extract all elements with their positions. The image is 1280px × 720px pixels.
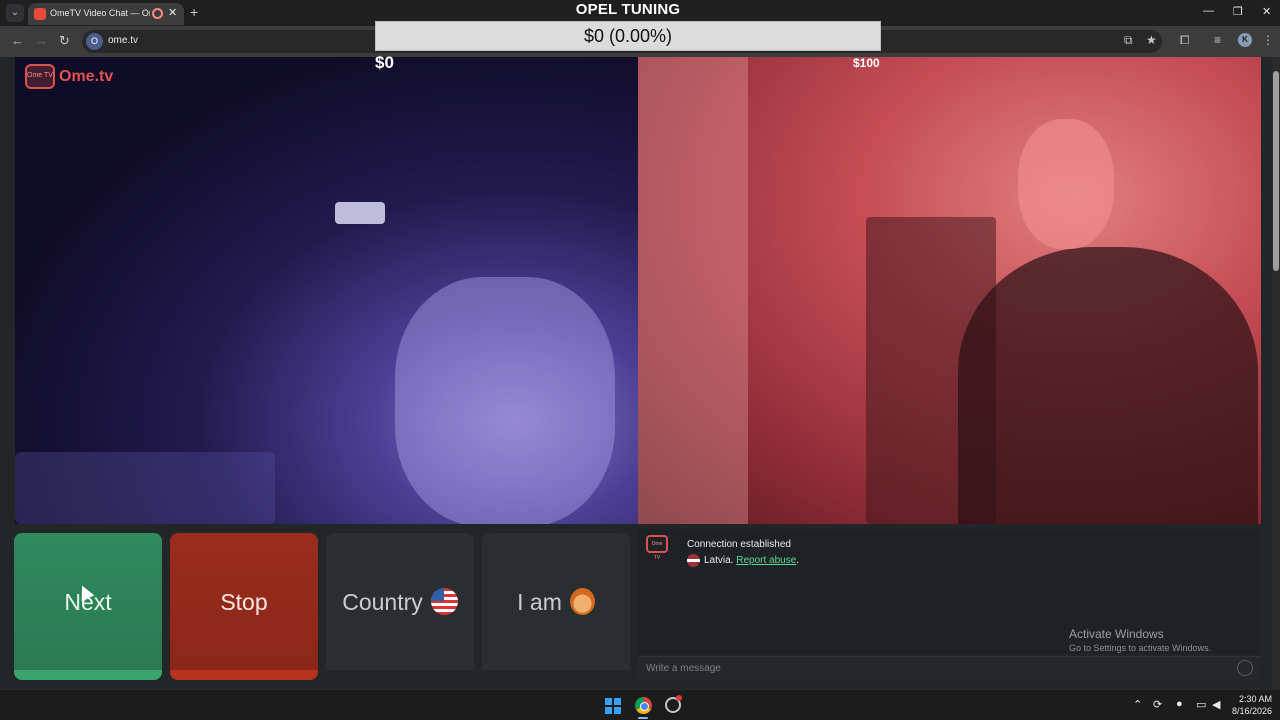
chat-logo-icon: Ome TV [646, 535, 668, 561]
tab-close-icon[interactable]: ✕ [168, 6, 177, 19]
emoji-icon[interactable] [1237, 660, 1253, 676]
taskbar-time[interactable]: 2:30 AM [1236, 694, 1272, 704]
us-flag-icon [430, 588, 458, 616]
video-blur-curtain [638, 57, 748, 524]
next-button[interactable]: Next [14, 533, 162, 680]
activate-windows-title: Activate Windows [1069, 627, 1164, 641]
extensions-icon[interactable]: ⧠ [1180, 33, 1190, 48]
partner-country: Latvia. [704, 555, 734, 567]
menu-kebab-icon[interactable]: ⋮ [1262, 33, 1274, 47]
volume-icon[interactable]: ◀ [1212, 698, 1220, 711]
country-button[interactable]: Country [326, 533, 474, 680]
windows-taskbar: ⌃ ⟳ ● ▭ ◀ 2:30 AM 8/16/2026 [0, 689, 1280, 720]
chat-status-message: Connection established [687, 539, 791, 550]
back-icon[interactable]: ← [11, 33, 24, 48]
boy-face-icon [569, 588, 595, 616]
new-tab-button[interactable]: + [190, 4, 198, 20]
scrollbar-thumb[interactable] [1273, 71, 1279, 271]
stop-button[interactable]: Stop [170, 533, 318, 680]
partner-video-feed [638, 57, 1261, 524]
browser-tab[interactable]: OmeTV Video Chat — Ome ✕ [28, 3, 184, 25]
active-app-indicator [638, 717, 648, 719]
network-icon[interactable]: ▭ [1196, 698, 1206, 711]
gender-button-label: I am [517, 589, 562, 615]
video-blur-light [335, 202, 385, 224]
video-blur-person [958, 247, 1258, 524]
taskbar-date[interactable]: 8/16/2026 [1226, 706, 1272, 716]
profile-avatar[interactable]: K [1238, 33, 1252, 47]
video-blur-person [395, 277, 615, 524]
report-suffix: . [796, 555, 800, 567]
bookmark-star-icon[interactable]: ★ [1146, 33, 1157, 47]
ometv-favicon-icon [34, 8, 46, 20]
restore-icon[interactable]: ❐ [1233, 5, 1243, 18]
activate-windows-subtitle: Go to Settings to activate Windows. [1069, 643, 1212, 653]
tab-title: OmeTV Video Chat — Ome [50, 8, 150, 18]
logo-tv-icon: Ome TV [25, 64, 55, 89]
overlay-goal-title: OPEL TUNING [575, 1, 681, 18]
chrome-taskbar-icon[interactable] [635, 697, 652, 714]
video-blur-furniture [15, 452, 275, 524]
reload-icon[interactable]: ↻ [59, 33, 70, 49]
site-info-icon[interactable]: O [86, 33, 103, 50]
url-text[interactable]: ome.tv [108, 35, 138, 46]
sync-icon[interactable]: ⟳ [1153, 698, 1162, 711]
microphone-icon[interactable]: ● [1176, 698, 1183, 710]
goal-progress-bar: $0 (0.00%) [375, 21, 881, 51]
latvia-flag-icon [687, 554, 700, 567]
video-blur-head [1018, 119, 1114, 249]
goal-progress-text: $0 (0.00%) [583, 26, 673, 46]
stop-button-label: Stop [220, 589, 268, 615]
chat-panel: Ome TV Connection established Latvia. Re… [638, 529, 1260, 654]
forward-icon[interactable]: → [35, 33, 48, 48]
install-app-icon[interactable]: ⧉ [1124, 33, 1133, 48]
goal-end-amount: $100 [853, 56, 880, 70]
goal-start-amount: $0 [375, 53, 394, 72]
own-video-feed [15, 57, 638, 524]
gender-button[interactable]: I am [482, 533, 630, 680]
chat-country-message: Latvia. Report abuse. [687, 554, 799, 567]
window-close-icon[interactable]: ✕ [1262, 5, 1271, 18]
windows-start-icon[interactable] [605, 698, 621, 714]
report-abuse-link[interactable]: Report abuse [736, 555, 796, 566]
tab-search-icon[interactable]: ⌄ [6, 4, 24, 22]
recorder-badge-icon [676, 695, 682, 701]
recording-icon [152, 8, 163, 19]
minimize-icon[interactable]: — [1203, 5, 1214, 17]
country-button-label: Country [342, 589, 423, 615]
media-controls-icon[interactable]: ≡ [1214, 33, 1221, 47]
message-input[interactable] [638, 656, 1260, 680]
logo-text: Ome.tv [59, 68, 114, 85]
tray-chevron-icon[interactable]: ⌃ [1133, 698, 1142, 711]
page-scrollbar[interactable] [1272, 57, 1280, 689]
